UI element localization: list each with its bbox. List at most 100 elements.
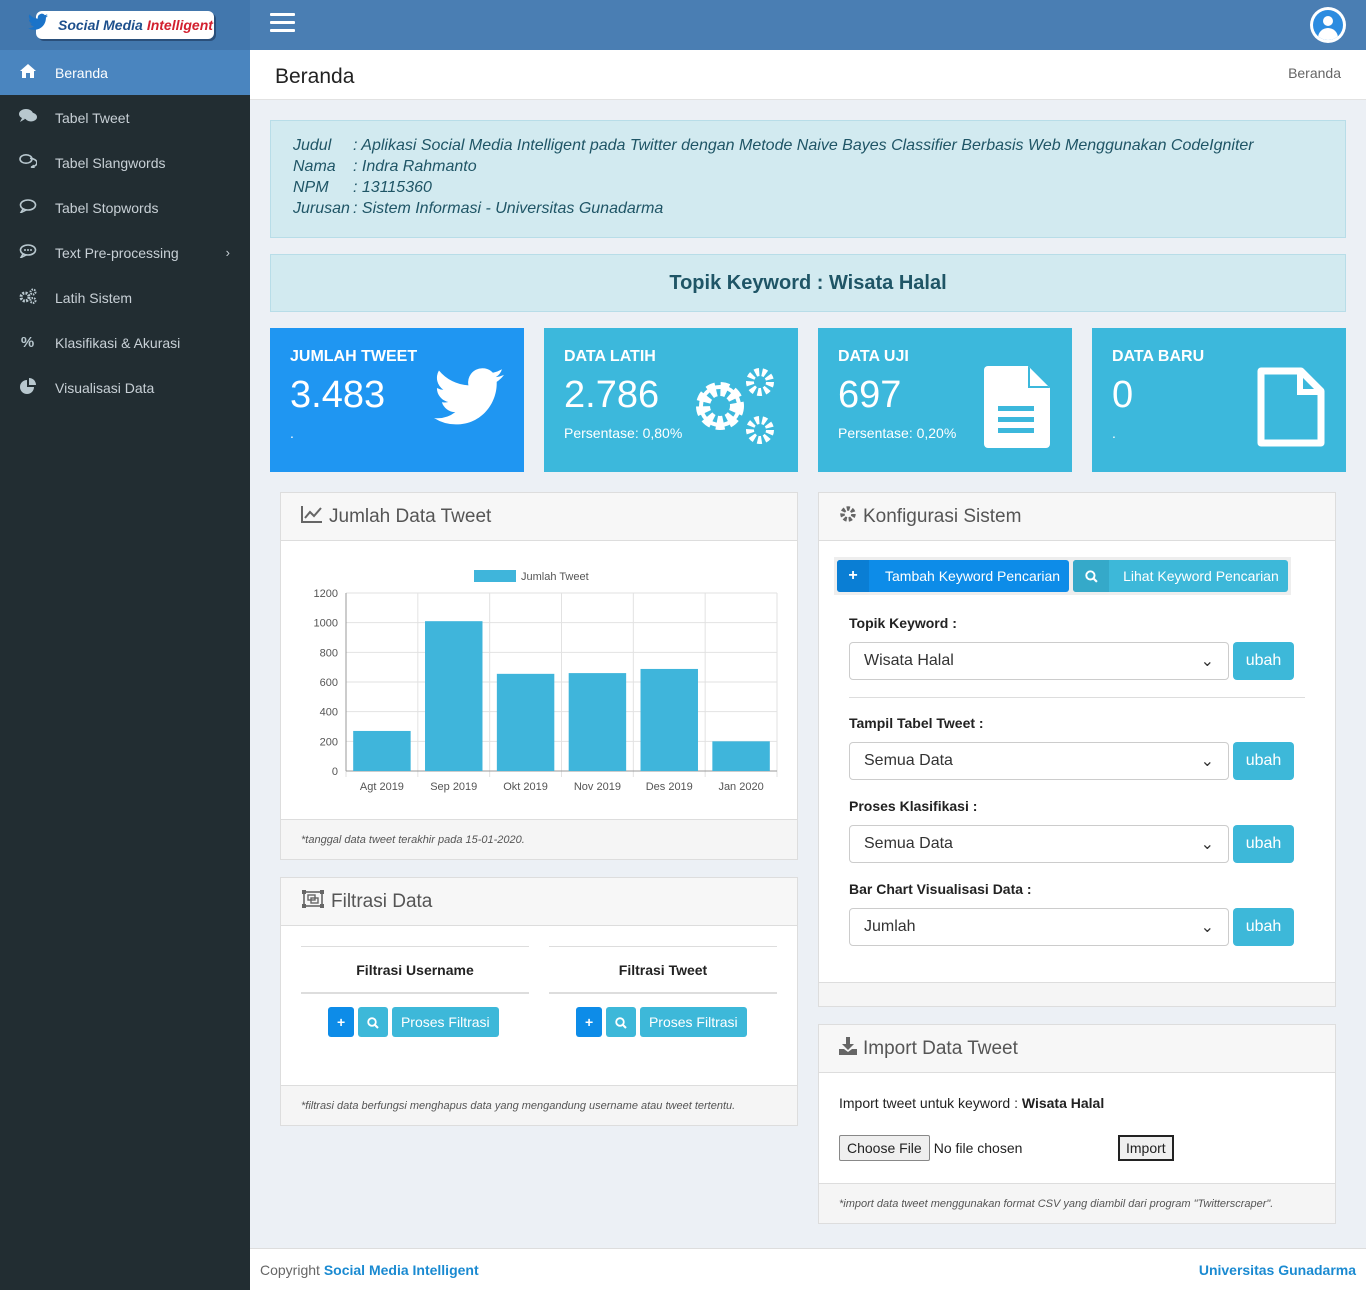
tampil-tabel-ubah-button[interactable]: ubah (1233, 742, 1294, 780)
import-keyword: Wisata Halal (1021, 1095, 1105, 1111)
logo-badge: Social Media Intelligent (28, 11, 214, 39)
breadcrumb[interactable]: Beranda (1288, 65, 1341, 81)
process-username-filter-button[interactable]: Proses Filtrasi (391, 1007, 499, 1037)
import-panel-footer: *import data tweet menggunakan format CS… (819, 1183, 1335, 1223)
x-tick-label: Des 2019 (646, 781, 693, 793)
download-icon (839, 1036, 857, 1061)
choose-file-button[interactable]: Choose File (839, 1135, 930, 1161)
commenting-icon (0, 243, 55, 262)
import-panel: Import Data Tweet Import tweet untuk key… (818, 1024, 1336, 1224)
filter-username-actions: + Proses Filtrasi (328, 1007, 499, 1037)
process-tweet-filter-button[interactable]: Proses Filtrasi (639, 1007, 747, 1037)
filter-panel-header: Filtrasi Data (281, 878, 797, 926)
import-button[interactable]: Import (1118, 1135, 1174, 1161)
import-description: Import tweet untuk keyword : Wisata Hala… (839, 1095, 1104, 1111)
add-keyword-label: Tambah Keyword Pencarian (885, 568, 1061, 584)
config-panel: Konfigurasi Sistem + Tambah Keyword Penc… (818, 492, 1336, 1007)
object-group-icon (301, 889, 325, 915)
add-keyword-button[interactable]: + Tambah Keyword Pencarian (837, 560, 1070, 592)
user-avatar[interactable] (1310, 7, 1346, 43)
sidebar-item-label: Tabel Stopwords (55, 199, 159, 216)
bar-chart-visualisasi-select[interactable]: Jumlah ⌄ (849, 908, 1229, 946)
y-tick-label: 200 (320, 736, 338, 748)
chevron-down-icon: ⌄ (1200, 753, 1214, 770)
app-name-link[interactable]: Social Media Intelligent (324, 1262, 479, 1278)
x-tick-label: Nov 2019 (574, 781, 621, 793)
filter-username-title: Filtrasi Username (301, 946, 529, 994)
no-file-text: No file chosen (933, 1140, 1023, 1156)
y-tick-label: 800 (320, 647, 338, 659)
sidebar-item-tabel-stopwords[interactable]: Tabel Stopwords (0, 185, 250, 230)
search-tweet-filter-button[interactable] (606, 1007, 637, 1037)
proses-klasifikasi-select[interactable]: Semua Data ⌄ (849, 825, 1229, 863)
sidebar-item-text-preprocessing[interactable]: Text Pre-processing › (0, 230, 250, 275)
content-header: Beranda Beranda (250, 50, 1366, 100)
copyright: Copyright Social Media Intelligent (260, 1262, 479, 1278)
y-tick-label: 400 (320, 707, 338, 719)
bar-chart-visualisasi-ubah-button[interactable]: ubah (1233, 908, 1294, 946)
add-tweet-filter-button[interactable]: + (576, 1007, 603, 1037)
tampil-tabel-select[interactable]: Semua Data ⌄ (849, 742, 1229, 780)
bar-jan-2020 (712, 741, 770, 771)
jurusan-label: Jurusan (293, 200, 350, 217)
stat-data-uji: DATA UJI 697 Persentase: 0,20% (818, 328, 1072, 472)
sidebar-item-label: Visualisasi Data (55, 379, 155, 396)
page-footer: Copyright Social Media Intelligent Unive… (250, 1248, 1366, 1290)
y-tick-label: 600 (320, 677, 338, 689)
logo[interactable]: Social Media Intelligent (0, 0, 250, 50)
home-icon (0, 63, 55, 82)
stat-title: DATA LATIH (564, 348, 656, 365)
bar-nov-2019 (568, 673, 627, 771)
stat-title: DATA BARU (1112, 348, 1205, 365)
bar-des-2019 (640, 668, 698, 771)
gear-icon (839, 505, 857, 529)
cogs-icon (692, 366, 778, 449)
chart-panel-title: Jumlah Data Tweet (329, 505, 492, 527)
filter-tweet-title: Filtrasi Tweet (549, 946, 777, 994)
judul-value: : Aplikasi Social Media Intelligent pada… (353, 137, 1254, 154)
legend-label: Jumlah Tweet (521, 571, 589, 583)
add-username-filter-button[interactable]: + (328, 1007, 355, 1037)
x-tick-label: Sep 2019 (430, 781, 477, 793)
sidebar-item-visualisasi-data[interactable]: Visualisasi Data (0, 365, 250, 410)
logo-text-b: Intelligent (146, 17, 213, 33)
view-keyword-button[interactable]: Lihat Keyword Pencarian (1073, 560, 1288, 592)
proses-klasifikasi-label: Proses Klasifikasi : (849, 798, 978, 814)
university-link[interactable]: Universitas Gunadarma (1199, 1262, 1356, 1278)
sidebar-item-beranda[interactable]: Beranda (0, 50, 250, 95)
sidebar-item-tabel-tweet[interactable]: Tabel Tweet (0, 95, 250, 140)
x-tick-label: Okt 2019 (503, 781, 548, 793)
proses-klasifikasi-ubah-button[interactable]: ubah (1233, 825, 1294, 863)
search-username-filter-button[interactable] (358, 1007, 389, 1037)
sidebar-item-tabel-slangwords[interactable]: Tabel Slangwords (0, 140, 250, 185)
comment-icon (0, 198, 55, 217)
topik-keyword-ubah-button[interactable]: ubah (1233, 642, 1294, 680)
topic-keyword-banner: Topik Keyword : Wisata Halal (270, 254, 1346, 312)
pie-chart-icon (0, 377, 55, 398)
sidebar-item-latih-sistem[interactable]: Latih Sistem (0, 275, 250, 320)
view-keyword-label: Lihat Keyword Pencarian (1123, 568, 1279, 584)
sidebar-item-label: Beranda (55, 64, 108, 81)
config-panel-footer (819, 982, 1335, 1006)
sidebar-item-label: Klasifikasi & Akurasi (55, 334, 181, 351)
npm-value: : 13115360 (353, 179, 432, 196)
filter-panel-footer: *filtrasi data berfungsi menghapus data … (281, 1085, 797, 1125)
nama-label: Nama (293, 158, 336, 175)
cogs-icon (0, 288, 55, 308)
select-value: Semua Data (864, 752, 953, 769)
import-panel-header: Import Data Tweet (819, 1025, 1335, 1073)
x-tick-label: Agt 2019 (360, 781, 404, 793)
legend-swatch (474, 570, 516, 582)
tampil-tabel-label: Tampil Tabel Tweet : (849, 715, 984, 731)
jurusan-value: : Sistem Informasi - Universitas Gunadar… (353, 200, 664, 217)
sidebar-item-klasifikasi-akurasi[interactable]: % Klasifikasi & Akurasi (0, 320, 250, 365)
topik-keyword-select[interactable]: Wisata Halal ⌄ (849, 642, 1229, 680)
top-navbar: Social Media Intelligent (0, 0, 1366, 50)
chart-panel: Jumlah Data Tweet Jumlah Tweet 0 200 400 600… (280, 492, 798, 860)
keyword-button-group: + Tambah Keyword Pencarian Lihat Keyword… (834, 557, 1291, 595)
sidebar-item-label: Text Pre-processing (55, 244, 179, 261)
x-tick-label: Jan 2020 (718, 781, 763, 793)
y-tick-label: 1200 (314, 588, 338, 600)
percent-icon: % (20, 334, 35, 351)
menu-toggle-button[interactable] (270, 13, 295, 35)
